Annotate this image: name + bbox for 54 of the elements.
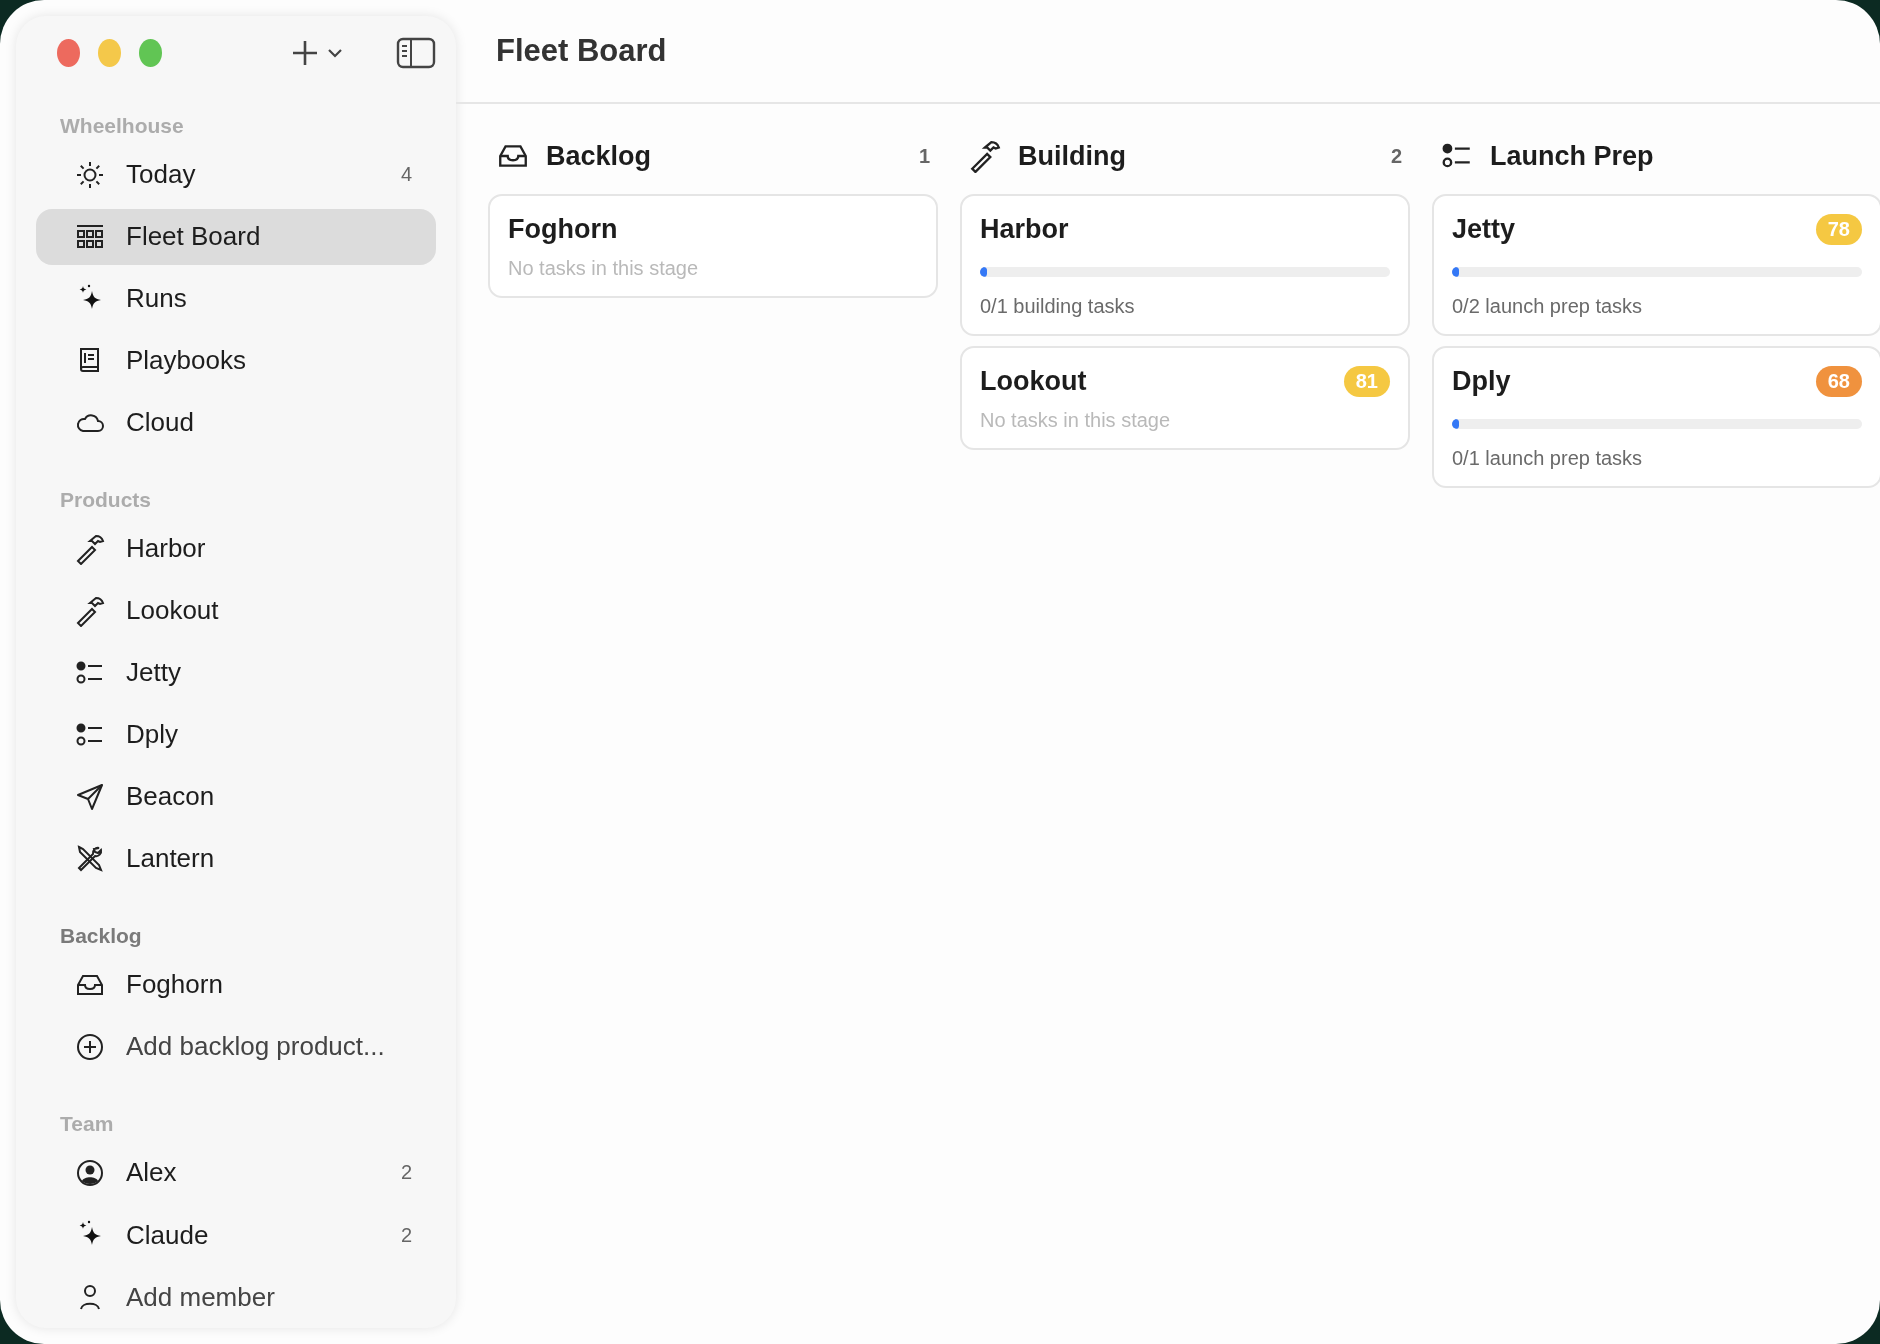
card-note: 0/1 building tasks	[980, 295, 1136, 318]
column-count: 2	[1390, 144, 1402, 168]
sidebar-item[interactable]: Add backlog product...	[36, 1018, 436, 1075]
column-title: Backlog	[546, 140, 653, 172]
card-title: Lookout	[980, 366, 1087, 397]
item-count: 2	[400, 1161, 412, 1185]
card-note: 0/1 launch prep tasks	[1452, 447, 1644, 470]
card-title: Dply	[1452, 366, 1511, 397]
sidebar-item[interactable]: Claude 2	[36, 1207, 436, 1263]
section-header: Backlog	[59, 922, 143, 949]
close-button[interactable]	[57, 38, 80, 67]
minimize-button[interactable]	[98, 38, 121, 67]
sidebar-item[interactable]: Jetty	[36, 644, 436, 701]
sidebar-toggle-button[interactable]	[396, 36, 436, 69]
window-title: Fleet Board	[496, 33, 667, 69]
sidebar-item[interactable]: Playbooks	[36, 332, 436, 389]
sidebar-item[interactable]: Alex 2	[36, 1144, 436, 1201]
zoom-button[interactable]	[139, 38, 162, 67]
item-count: 4	[400, 163, 412, 187]
card-note: No tasks in this stage	[508, 257, 700, 280]
hammer-icon	[74, 594, 106, 627]
product-card[interactable]: Jetty 78 0/2 launch prep tasks	[1432, 194, 1880, 336]
section-header: Wheelhouse	[59, 112, 185, 139]
section-header: Team	[59, 1110, 115, 1137]
column-count: 1	[918, 144, 930, 168]
sidebar-item[interactable]: Foghorn	[36, 956, 436, 1013]
sidebar-item[interactable]: Add member	[36, 1269, 436, 1326]
sidebar-item[interactable]: Beacon	[36, 768, 436, 825]
item-count: 2	[400, 1223, 412, 1247]
hammer-icon	[74, 532, 106, 565]
product-card[interactable]: Lookout 81 No tasks in this stage	[960, 346, 1410, 450]
hammer-icon	[968, 139, 1002, 173]
card-title: Jetty	[1452, 214, 1516, 245]
sidebar-item[interactable]: Lookout	[36, 582, 436, 639]
card-title: Foghorn	[508, 214, 618, 245]
product-card[interactable]: Harbor 0/1 building tasks	[960, 194, 1410, 336]
sidebar-item[interactable]: Dply	[36, 706, 436, 763]
sidebar-item[interactable]: Cloud	[36, 394, 436, 451]
sidebar-item[interactable]: Runs	[36, 270, 436, 327]
score-badge: 68	[1815, 366, 1862, 397]
sidebar-item[interactable]: Fleet Board	[36, 208, 436, 265]
section-header: Products	[59, 486, 152, 513]
card-note: No tasks in this stage	[980, 409, 1172, 432]
product-card[interactable]: Dply 68 0/1 launch prep tasks	[1432, 346, 1880, 488]
sidebar-item[interactable]: Today 4	[36, 146, 436, 203]
card-title: Harbor	[980, 214, 1069, 245]
column-title: Building	[1018, 140, 1127, 172]
score-badge: 81	[1343, 366, 1390, 397]
column-title: Launch Prep	[1490, 140, 1655, 172]
sidebar-item[interactable]: Harbor	[36, 520, 436, 577]
score-badge: 78	[1815, 214, 1862, 245]
product-card[interactable]: Foghorn No tasks in this stage	[488, 194, 938, 298]
sidebar-item[interactable]: Lantern	[36, 830, 436, 887]
card-note: 0/2 launch prep tasks	[1452, 295, 1644, 318]
